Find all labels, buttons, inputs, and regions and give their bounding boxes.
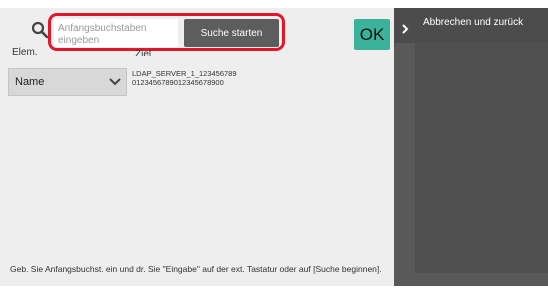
- column-header-target: Ziel: [135, 49, 152, 56]
- search-icon[interactable]: [30, 20, 50, 40]
- target-value-line-1: LDAP_SERVER_1_123456789: [132, 69, 237, 78]
- main-panel: Anfangsbuchstaben eingeben Suche starten…: [0, 8, 405, 286]
- chevron-down-icon: [109, 78, 121, 86]
- screen: Anfangsbuchstaben eingeben Suche starten…: [0, 0, 548, 293]
- column-header-item: Elem.: [12, 47, 38, 58]
- item-select[interactable]: Name: [8, 68, 127, 96]
- hint-text: Geb. Sie Anfangsbuchst. ein und dr. Sie …: [10, 264, 382, 274]
- cancel-and-back-button[interactable]: Abbrechen und zurück: [423, 17, 523, 28]
- sidebar-panel: [415, 43, 548, 273]
- chevron-right-icon[interactable]: [400, 24, 410, 34]
- item-select-value: Name: [15, 76, 45, 88]
- ok-button[interactable]: OK: [354, 19, 390, 50]
- search-highlight-frame: [48, 13, 285, 51]
- target-value: LDAP_SERVER_1_123456789 0123456789012345…: [132, 69, 237, 87]
- sidebar: Abbrechen und zurück: [394, 8, 548, 286]
- target-value-line-2: 0123456789012345678900: [132, 78, 224, 87]
